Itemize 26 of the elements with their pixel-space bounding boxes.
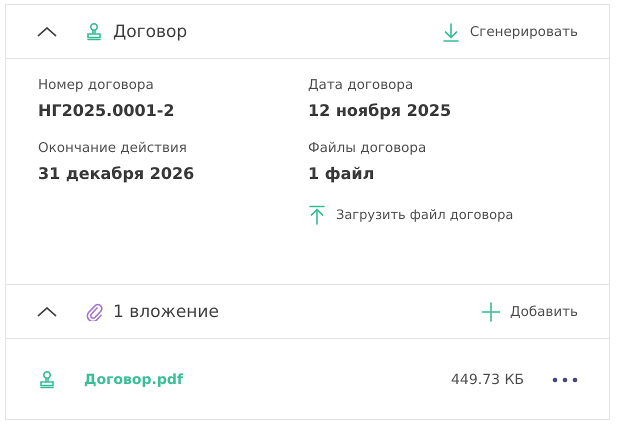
field-value: НГ2025.0001-2: [38, 101, 176, 120]
section-title: 1 вложение: [113, 302, 220, 322]
collapse-button[interactable]: [36, 306, 58, 318]
field-value: 12 ноября 2025: [308, 101, 452, 120]
upload-button[interactable]: Загрузить файл договора: [308, 205, 514, 225]
field-label: Номер договора: [38, 77, 155, 93]
field-value: 1 файл: [308, 164, 376, 183]
field-value: 31 декабря 2026: [38, 164, 196, 183]
chevron-icon: [36, 26, 58, 38]
stamp-icon: [38, 370, 56, 389]
more-button[interactable]: [552, 376, 578, 382]
collapse-button[interactable]: [36, 26, 58, 38]
download-icon: [442, 22, 460, 42]
plus-icon: [482, 302, 500, 322]
stamp-icon: [85, 22, 103, 41]
more-icon: [552, 376, 578, 382]
file-size: 449.73 КБ: [451, 372, 524, 388]
add-button[interactable]: Добавить: [482, 302, 578, 322]
field-label: Окончание действия: [38, 140, 188, 156]
field-label: Файлы договора: [308, 140, 428, 156]
upload-icon: [308, 205, 326, 225]
field-label: Дата договора: [308, 77, 414, 93]
generate-button[interactable]: Сгенерировать: [442, 22, 578, 42]
section-title: Договор: [113, 22, 188, 42]
chevron-icon: [36, 306, 58, 318]
paperclip-icon: [85, 302, 103, 321]
